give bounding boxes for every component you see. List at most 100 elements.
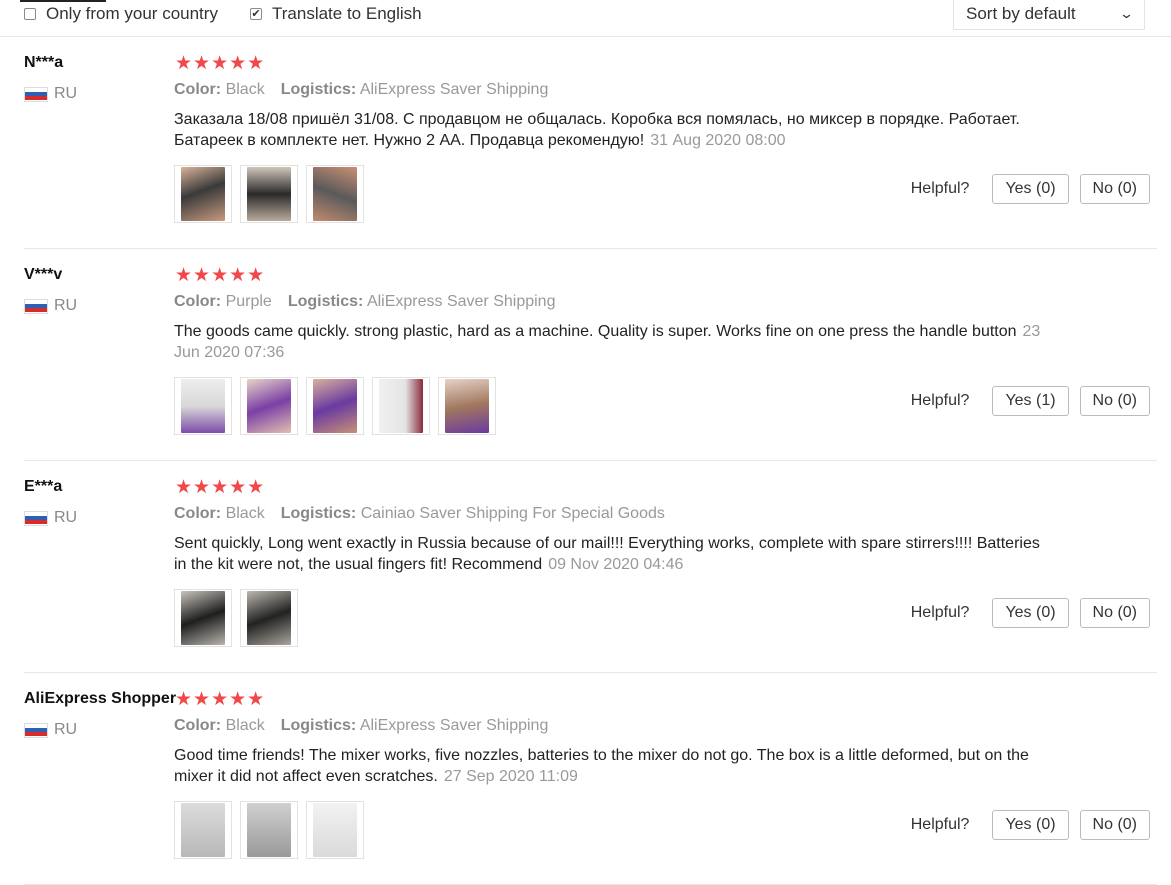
- logistics-key: Logistics:: [287, 293, 364, 310]
- review-meta: Color: Black Logistics: AliExpress Saver …: [174, 717, 548, 735]
- review-text: Заказала 18/08 пришёл 31/08. С продавцом…: [174, 111, 1020, 149]
- star-rating: ★★★★★: [175, 477, 266, 498]
- review-meta: Color: Black Logistics: Cainiao Saver Shi…: [174, 505, 665, 523]
- reviewer-name: V***v: [24, 266, 63, 283]
- reviewer-name: E***a: [24, 478, 63, 495]
- photo-mixer-stand: [247, 167, 291, 221]
- review-photo-thumbnail[interactable]: [174, 165, 232, 223]
- reviewer-country: RU: [24, 721, 77, 739]
- helpful-no-button[interactable]: No (0): [1079, 174, 1150, 204]
- review-photo-thumbnail[interactable]: [240, 589, 298, 647]
- review-photos: [174, 165, 372, 223]
- review-text-block: Заказала 18/08 пришёл 31/08. С продавцом…: [174, 109, 1054, 151]
- review-text-block: Sent quickly, Long went exactly in Russi…: [174, 533, 1054, 575]
- star-rating: ★★★★★: [175, 689, 266, 710]
- helpful-no-button[interactable]: No (0): [1079, 598, 1150, 628]
- color-key: Color:: [174, 293, 222, 310]
- reviewer-country: RU: [24, 85, 77, 103]
- review-text-block: The goods came quickly. strong plastic, …: [174, 321, 1054, 363]
- review-photos: [174, 377, 504, 435]
- russia-flag-icon: [24, 510, 48, 526]
- only-from-country-filter[interactable]: Only from your country: [24, 4, 218, 24]
- photo-black-mixer: [181, 591, 225, 645]
- review-photo-thumbnail[interactable]: [174, 589, 232, 647]
- helpful-label: Helpful?: [910, 604, 970, 621]
- reviewer-country: RU: [24, 509, 77, 527]
- photo-box: [181, 379, 225, 433]
- logistics-value: AliExpress Saver Shipping: [359, 81, 549, 98]
- helpful-label: Helpful?: [910, 816, 970, 833]
- chevron-down-icon: ⌄: [1118, 6, 1135, 21]
- review-photo-thumbnail[interactable]: [240, 165, 298, 223]
- photo-purple-mixer: [247, 379, 291, 433]
- review-photo-thumbnail[interactable]: [240, 377, 298, 435]
- helpful-controls: Helpful? Yes (0) No (0): [911, 174, 1150, 204]
- translate-filter[interactable]: ✔ Translate to English: [250, 4, 422, 24]
- helpful-yes-button[interactable]: Yes (0): [992, 174, 1069, 204]
- photo-hand-mixer: [181, 167, 225, 221]
- photo-whisks: [181, 803, 225, 857]
- review-meta: Color: Purple Logistics: AliExpress Saver…: [174, 293, 555, 311]
- color-key: Color:: [174, 505, 222, 522]
- helpful-yes-button[interactable]: Yes (1): [992, 386, 1069, 416]
- helpful-no-button[interactable]: No (0): [1079, 810, 1150, 840]
- helpful-controls: Helpful? Yes (1) No (0): [911, 386, 1150, 416]
- photo-box-purple: [445, 379, 489, 433]
- review-photo-thumbnail[interactable]: [306, 801, 364, 859]
- review-item: N***a RU ★★★★★ Color: Black Logistics: AliEx…: [0, 37, 1171, 249]
- sort-dropdown[interactable]: Sort by default ⌄: [953, 0, 1145, 30]
- logistics-key: Logistics:: [280, 717, 357, 734]
- review-photo-thumbnail[interactable]: [306, 377, 364, 435]
- filter-bar: Only from your country ✔ Translate to En…: [0, 0, 1171, 37]
- reviewer-country: RU: [24, 297, 77, 315]
- only-from-country-label: Only from your country: [46, 4, 218, 23]
- logistics-value: Cainiao Saver Shipping For Special Goods: [360, 505, 665, 522]
- review-photos: [174, 589, 306, 647]
- photo-hand-purple: [313, 379, 357, 433]
- sort-selected-label: Sort by default: [966, 4, 1076, 23]
- review-item: AliExpress Shopper RU ★★★★★ Color: Black Log…: [0, 673, 1171, 885]
- review-photo-thumbnail[interactable]: [174, 377, 232, 435]
- color-value: Black: [225, 81, 265, 98]
- russia-flag-icon: [24, 86, 48, 102]
- russia-flag-icon: [24, 298, 48, 314]
- helpful-label: Helpful?: [910, 180, 970, 197]
- helpful-controls: Helpful? Yes (0) No (0): [911, 810, 1150, 840]
- review-text-block: Good time friends! The mixer works, five…: [174, 745, 1054, 787]
- color-key: Color:: [174, 717, 222, 734]
- review-photos: [174, 801, 372, 859]
- review-meta: Color: Black Logistics: AliExpress Saver …: [174, 81, 548, 99]
- reviewer-name: AliExpress Shopper: [24, 690, 177, 707]
- review-photo-thumbnail[interactable]: [306, 165, 364, 223]
- helpful-label: Helpful?: [910, 392, 970, 409]
- active-tab-indicator: [20, 0, 106, 2]
- reviewer-name: N***a: [24, 54, 64, 71]
- country-code: RU: [54, 721, 78, 738]
- logistics-key: Logistics:: [280, 81, 357, 98]
- review-photo-thumbnail[interactable]: [240, 801, 298, 859]
- review-photo-thumbnail[interactable]: [174, 801, 232, 859]
- logistics-value: AliExpress Saver Shipping: [359, 717, 549, 734]
- review-text: Good time friends! The mixer works, five…: [174, 747, 1029, 785]
- photo-box-white: [313, 803, 357, 857]
- review-date: 09 Nov 2020 04:46: [548, 556, 684, 573]
- helpful-controls: Helpful? Yes (0) No (0): [911, 598, 1150, 628]
- star-rating: ★★★★★: [175, 265, 266, 286]
- color-key: Color:: [174, 81, 222, 98]
- translate-checkbox[interactable]: ✔: [250, 8, 262, 20]
- review-date: 31 Aug 2020 08:00: [650, 132, 786, 149]
- helpful-no-button[interactable]: No (0): [1079, 386, 1150, 416]
- photo-mixer-grey: [247, 803, 291, 857]
- review-text: The goods came quickly. strong plastic, …: [174, 323, 1017, 340]
- star-rating: ★★★★★: [175, 53, 266, 74]
- photo-hand-package: [313, 167, 357, 221]
- helpful-yes-button[interactable]: Yes (0): [992, 810, 1069, 840]
- color-value: Black: [225, 505, 265, 522]
- helpful-yes-button[interactable]: Yes (0): [992, 598, 1069, 628]
- review-photo-thumbnail[interactable]: [372, 377, 430, 435]
- review-photo-thumbnail[interactable]: [438, 377, 496, 435]
- review-date: 27 Sep 2020 11:09: [443, 768, 578, 785]
- logistics-key: Logistics:: [280, 505, 357, 522]
- russia-flag-icon: [24, 722, 48, 738]
- only-from-country-checkbox[interactable]: [24, 8, 36, 20]
